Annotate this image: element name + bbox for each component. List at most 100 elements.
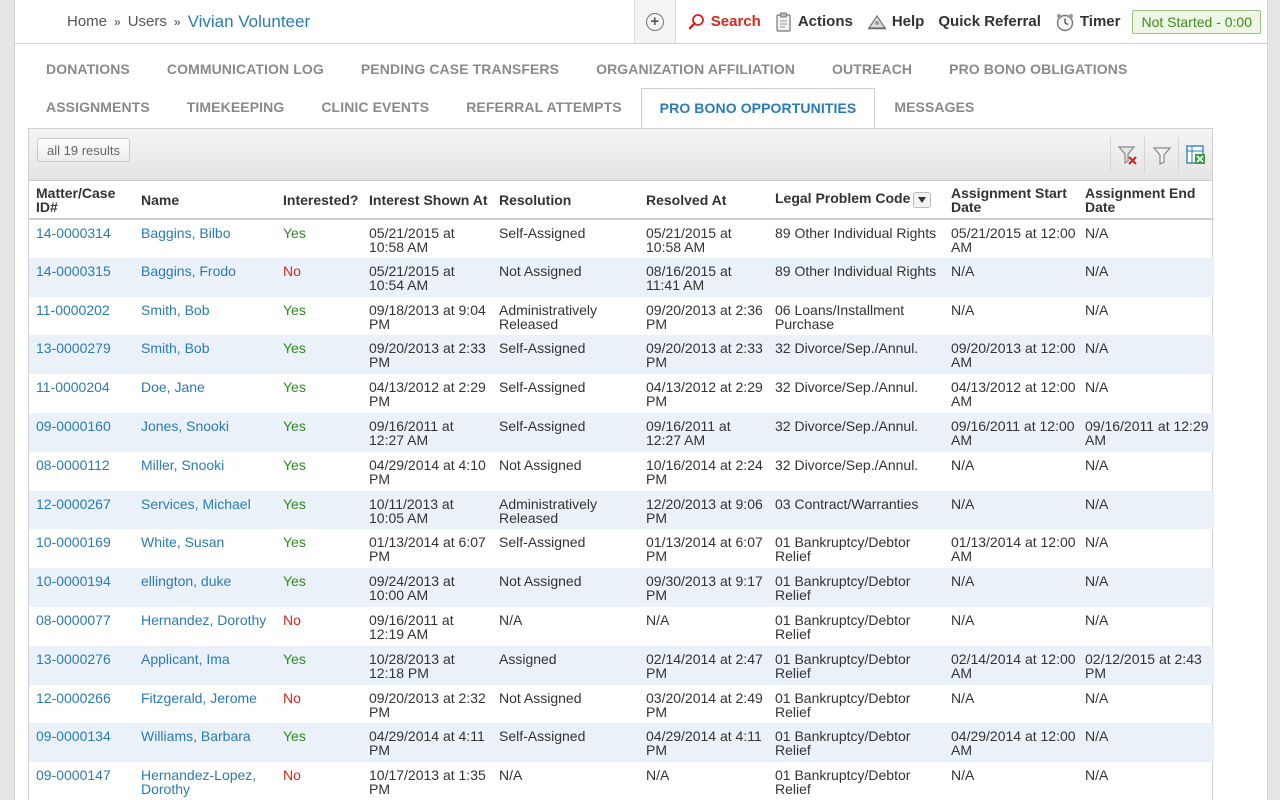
client-name-link[interactable]: Smith, Bob [134,335,276,374]
column-header-assignment-start-date[interactable]: Assignment Start Date [944,181,1078,220]
table-row[interactable]: 13-0000276 Applicant, Ima Yes 10/28/2013 at… [29,645,1214,685]
results-count-button[interactable]: all 19 results [37,138,130,162]
resolved-at: 09/20/2013 at 2:36 PM [646,301,763,332]
matter-id-link[interactable]: 12-0000266 [29,685,134,724]
table-row[interactable]: 09-0000134 Williams, Barbara Yes 04/29/2014… [29,723,1214,763]
timer-button[interactable]: Timer [1055,12,1120,32]
grid-icon-group [1110,137,1212,173]
resolved-at: 02/14/2014 at 2:47 PM [646,650,763,681]
quick-referral-button[interactable]: Quick Referral [938,13,1041,30]
interest-shown-at: 01/13/2014 at 6:07 PM [369,534,486,565]
resolved-at: N/A [646,767,670,784]
resolution: N/A [499,767,523,784]
client-name-link[interactable]: ellington, duke [134,568,276,607]
table-row[interactable]: 10-0000169 White, Susan Yes 01/13/2014 at 6… [29,529,1214,568]
legal-problem-code: 32 Divorce/Sep./Annul. [775,379,919,396]
client-name-link[interactable]: Jones, Snooki [134,413,276,452]
matter-id-link[interactable]: 08-0000077 [29,607,134,646]
filter-button[interactable] [1144,137,1178,173]
matter-id-link[interactable]: 09-0000134 [29,723,134,762]
tab-pending-case-transfers[interactable]: PENDING CASE TRANSFERS [361,50,559,88]
assignment-end-date: N/A [1085,573,1109,590]
breadcrumb-users[interactable]: Users [128,13,167,30]
add-button[interactable]: + [633,0,676,43]
column-header-matter-id[interactable]: Matter/Case ID# [29,181,134,220]
interested-value: Yes [283,417,306,434]
tab-pro-bono-opportunities[interactable]: PRO BONO OPPORTUNITIES [640,88,876,128]
column-header-assignment-end-date[interactable]: Assignment End Date [1078,181,1214,220]
tab-outreach[interactable]: OUTREACH [832,50,912,88]
table-row[interactable]: 12-0000267 Services, Michael Yes 10/11/2013… [29,490,1214,530]
client-name-link[interactable]: Hernandez, Dorothy [134,607,276,646]
client-name-link[interactable]: Services, Michael [134,491,276,530]
matter-id-link[interactable]: 10-0000169 [29,529,134,568]
column-header-resolved-at[interactable]: Resolved At [639,181,768,220]
tab-pro-bono-obligations[interactable]: PRO BONO OBLIGATIONS [949,50,1127,88]
tab-timekeeping[interactable]: TIMEKEEPING [187,88,285,126]
client-name-link[interactable]: Smith, Bob [134,297,276,336]
tab-clinic-events[interactable]: CLINIC EVENTS [321,88,429,126]
matter-id-link[interactable]: 10-0000194 [29,568,134,607]
timer-status-badge[interactable]: Not Started - 0:00 [1132,9,1261,34]
table-row[interactable]: 09-0000147 Hernandez-Lopez, Dorothy No 10/1… [29,762,1214,800]
matter-id-link[interactable]: 14-0000315 [29,258,134,297]
client-name-link[interactable]: Fitzgerald, Jerome [134,685,276,724]
breadcrumb-current[interactable]: Vivian Volunteer [188,12,311,32]
matter-id-link[interactable]: 11-0000204 [29,374,134,413]
tabs-row-1: DONATIONS COMMUNICATION LOG PENDING CASE… [15,50,1127,88]
client-name-link[interactable]: Miller, Snooki [134,452,276,491]
table-row[interactable]: 09-0000160 Jones, Snooki Yes 09/16/2011 at … [29,412,1214,452]
help-button[interactable]: Help [867,13,924,30]
matter-id-link[interactable]: 14-0000314 [29,219,134,258]
legal-problem-code: 01 Bankruptcy/Debtor Relief [775,573,911,604]
matter-id-link[interactable]: 11-0000202 [29,297,134,336]
client-name-link[interactable]: White, Susan [134,529,276,568]
assignment-end-date: N/A [1085,495,1109,512]
table-row[interactable]: 12-0000266 Fitzgerald, Jerome No 09/20/2013… [29,685,1214,724]
column-header-interest-shown-at[interactable]: Interest Shown At [362,181,492,220]
sort-dropdown-button[interactable] [913,191,932,208]
table-row[interactable]: 14-0000314 Baggins, Bilbo Yes 05/21/2015 at… [29,219,1214,258]
search-button[interactable]: Search [688,13,761,31]
column-header-name[interactable]: Name [134,181,276,220]
client-name-link[interactable]: Baggins, Bilbo [134,219,276,258]
matter-id-link[interactable]: 09-0000147 [29,762,134,800]
matter-id-link[interactable]: 13-0000276 [29,646,134,685]
resolution: Assigned [499,650,557,667]
assignment-start-date: 04/13/2012 at 12:00 AM [951,379,1076,410]
table-row[interactable]: 11-0000204 Doe, Jane Yes 04/13/2012 at 2:29… [29,374,1214,413]
column-header-legal-problem-code[interactable]: Legal Problem Code [768,181,944,220]
client-name-link[interactable]: Doe, Jane [134,374,276,413]
matter-id-link[interactable]: 12-0000267 [29,491,134,530]
client-name-link[interactable]: Baggins, Frodo [134,258,276,297]
clear-filter-button[interactable] [1110,137,1144,173]
client-name-link[interactable]: Applicant, Ima [134,646,276,685]
matter-id-link[interactable]: 13-0000279 [29,335,134,374]
column-header-resolution[interactable]: Resolution [492,181,639,220]
table-row[interactable]: 11-0000202 Smith, Bob Yes 09/18/2013 at 9:0… [29,297,1214,336]
actions-button[interactable]: Actions [775,12,853,32]
interest-shown-at: 09/16/2011 at 12:27 AM [369,417,454,448]
breadcrumb-home[interactable]: Home [67,13,107,30]
export-excel-button[interactable] [1178,137,1212,173]
table-row[interactable]: 14-0000315 Baggins, Frodo No 05/21/2015 at … [29,257,1214,297]
client-name-link[interactable]: Williams, Barbara [134,723,276,762]
matter-id-link[interactable]: 09-0000160 [29,413,134,452]
tab-donations[interactable]: DONATIONS [46,50,130,88]
matter-id-link[interactable]: 08-0000112 [29,452,134,491]
table-row[interactable]: 13-0000279 Smith, Bob Yes 09/20/2013 at 2:3… [29,335,1214,375]
tab-communication-log[interactable]: COMMUNICATION LOG [167,50,324,88]
column-header-interested[interactable]: Interested? [276,181,362,220]
tab-referral-attempts[interactable]: REFERRAL ATTEMPTS [466,88,621,126]
legal-problem-code: 32 Divorce/Sep./Annul. [775,340,919,357]
table-row[interactable]: 08-0000077 Hernandez, Dorothy No 09/16/2011… [29,607,1214,646]
assignment-start-date: N/A [951,611,975,628]
tab-assignments[interactable]: ASSIGNMENTS [46,88,150,126]
table-row[interactable]: 10-0000194 ellington, duke Yes 09/24/2013 a… [29,568,1214,607]
tab-messages[interactable]: MESSAGES [894,88,974,126]
breadcrumb: Home » Users » Vivian Volunteer [15,0,634,43]
client-name-link[interactable]: Hernandez-Lopez, Dorothy [134,762,276,800]
tab-organization-affiliation[interactable]: ORGANIZATION AFFILIATION [596,50,795,88]
legal-problem-code: 32 Divorce/Sep./Annul. [775,456,919,473]
table-row[interactable]: 08-0000112 Miller, Snooki Yes 04/29/2014 at… [29,452,1214,491]
